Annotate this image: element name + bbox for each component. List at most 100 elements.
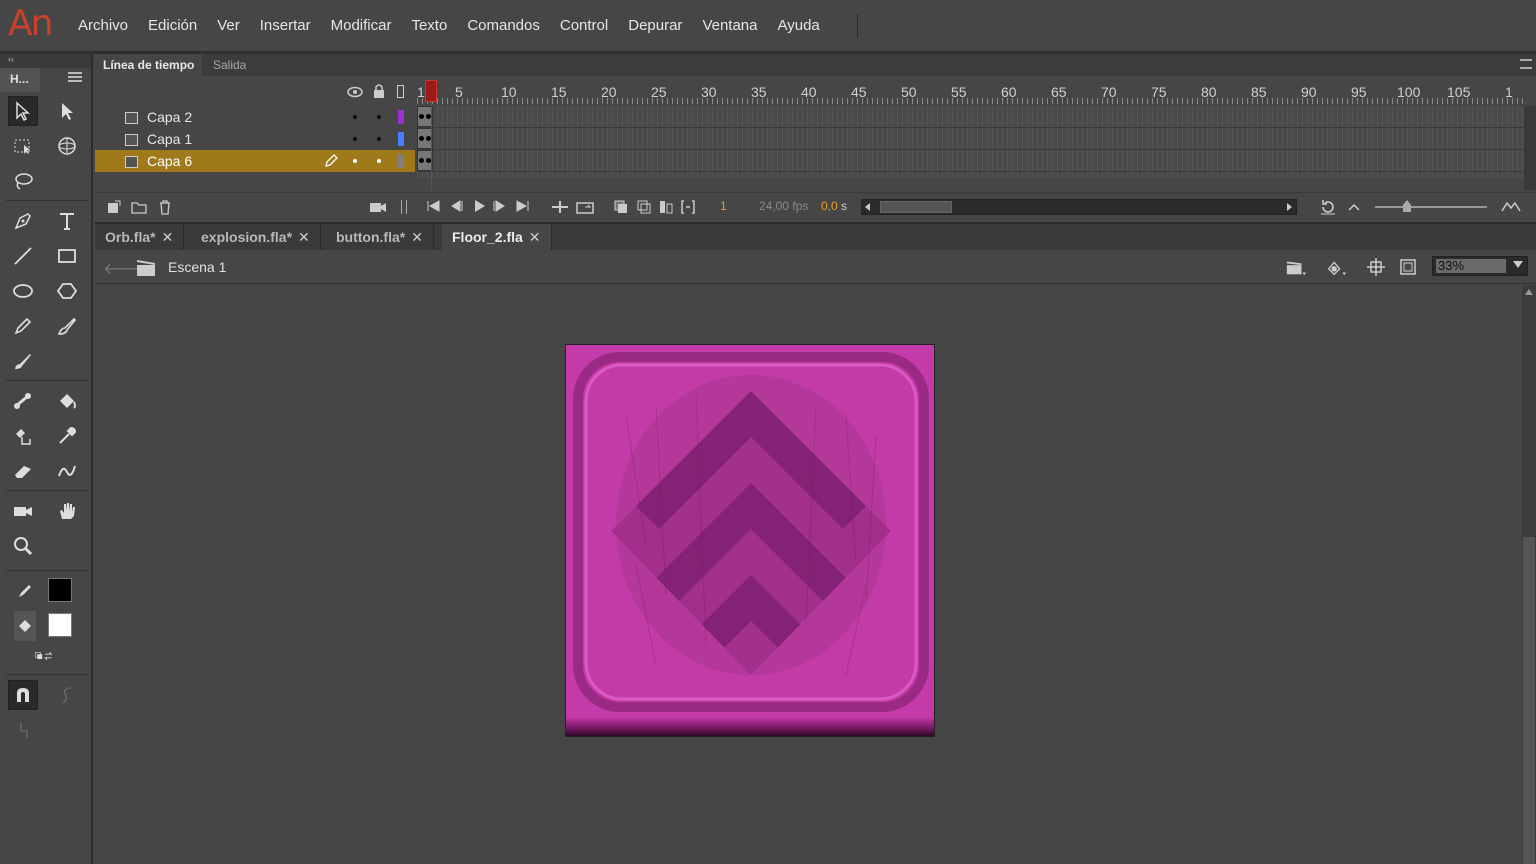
paint-brush-tool-icon[interactable] — [52, 311, 82, 341]
line-tool-icon[interactable] — [8, 241, 38, 271]
close-icon[interactable]: ✕ — [529, 229, 541, 245]
camera-tool-icon[interactable] — [8, 496, 38, 526]
scroll-right-icon[interactable] — [1287, 203, 1293, 211]
close-icon[interactable]: ✕ — [162, 229, 174, 245]
zoom-select[interactable]: 33% — [1432, 256, 1528, 276]
lock-dot[interactable] — [377, 137, 381, 141]
text-tool-icon[interactable] — [52, 206, 82, 236]
zoom-value[interactable]: 33% — [1436, 259, 1506, 273]
menu-ayuda[interactable]: Ayuda — [768, 16, 830, 36]
panel-menu-icon[interactable] — [68, 72, 82, 82]
smooth-icon[interactable] — [52, 680, 82, 710]
delete-layer-icon[interactable] — [158, 199, 172, 215]
3d-rotation-tool-icon[interactable] — [52, 131, 82, 161]
layer-row-capa-1[interactable]: Capa 1 — [95, 128, 415, 150]
visibility-dot[interactable] — [353, 115, 357, 119]
outline-icon[interactable] — [397, 85, 404, 98]
pen-tool-icon[interactable] — [8, 206, 38, 236]
frame-ruler[interactable]: 1 5 10 15 20 25 30 35 40 45 50 55 60 65 70 75 80 85 90 95 10… — [417, 78, 1525, 104]
new-folder-icon[interactable] — [131, 200, 147, 214]
bone-tool-icon[interactable] — [8, 386, 38, 416]
rectangle-tool-icon[interactable] — [52, 241, 82, 271]
edit-scene-icon[interactable] — [1285, 257, 1307, 277]
camera-icon[interactable] — [369, 200, 387, 214]
menu-ver[interactable]: Ver — [207, 16, 250, 36]
lasso-tool-icon[interactable] — [8, 166, 38, 196]
menu-insertar[interactable]: Insertar — [250, 16, 321, 36]
stage-artwork[interactable] — [565, 344, 935, 737]
last-frame-icon[interactable] — [516, 200, 530, 212]
first-frame-icon[interactable] — [426, 200, 440, 212]
eyedropper-tool-icon[interactable] — [52, 421, 82, 451]
polystar-tool-icon[interactable] — [52, 276, 82, 306]
hand-tool-icon[interactable] — [52, 496, 82, 526]
step-back-icon[interactable] — [449, 200, 463, 212]
playhead[interactable] — [425, 80, 437, 102]
lock-dot[interactable] — [377, 159, 381, 163]
scroll-up-icon[interactable] — [1525, 289, 1533, 295]
collapse-icon[interactable]: ‹‹ — [8, 54, 14, 64]
snap-to-objects-icon[interactable] — [8, 680, 38, 710]
layer-row-capa-2[interactable]: Capa 2 — [95, 106, 415, 128]
layer-color-swatch[interactable] — [398, 154, 404, 168]
current-frame[interactable]: 1 — [720, 199, 727, 213]
zoom-tool-icon[interactable] — [8, 531, 38, 561]
stage-scroll-thumb[interactable] — [1523, 537, 1535, 864]
zoom-in-icon[interactable] — [1501, 200, 1521, 212]
menu-edicion[interactable]: Edición — [138, 16, 207, 36]
menu-depurar[interactable]: Depurar — [618, 16, 692, 36]
edit-symbols-icon[interactable] — [1325, 257, 1347, 277]
doc-tab-explosion[interactable]: explosion.fla* ✕ — [191, 224, 321, 250]
swap-colors-icon[interactable] — [26, 644, 62, 668]
fill-color-swatch[interactable] — [48, 613, 72, 637]
onion-skin-outline-icon[interactable] — [636, 199, 652, 215]
center-stage-icon[interactable] — [1365, 257, 1387, 277]
paint-bucket-tool-icon[interactable] — [52, 386, 82, 416]
free-transform-tool-icon[interactable] — [8, 131, 38, 161]
menu-ventana[interactable]: Ventana — [692, 16, 767, 36]
doc-tab-orb[interactable]: Orb.fla* ✕ — [95, 224, 185, 250]
frame-grid[interactable] — [417, 106, 1525, 178]
tab-output[interactable]: Salida — [205, 54, 254, 76]
zoom-out-icon[interactable] — [1348, 203, 1360, 211]
onion-skin-icon[interactable] — [613, 199, 629, 215]
stroke-color-swatch[interactable] — [48, 578, 72, 602]
zoom-slider-knob[interactable] — [1403, 200, 1411, 212]
oval-tool-icon[interactable] — [8, 276, 38, 306]
edit-multiple-frames-icon[interactable] — [658, 199, 674, 215]
layer-row-capa-6[interactable]: Capa 6 — [95, 150, 415, 172]
width-tool-icon[interactable] — [52, 456, 82, 486]
loop-icon[interactable] — [576, 199, 594, 215]
elapsed-time[interactable]: 0,0 s — [821, 199, 847, 213]
doc-tab-floor-2[interactable]: Floor_2.fla ✕ — [442, 224, 552, 250]
close-icon[interactable]: ✕ — [411, 229, 423, 245]
panel-menu-icon[interactable] — [1520, 59, 1532, 69]
selection-tool-icon[interactable] — [8, 96, 38, 126]
pencil-tool-icon[interactable] — [8, 311, 38, 341]
clip-content-icon[interactable] — [1397, 257, 1419, 277]
visibility-dot[interactable] — [353, 159, 357, 163]
toolbox-tab[interactable]: H... — [0, 68, 40, 92]
brush-tool-icon[interactable] — [8, 346, 38, 376]
modify-markers-icon[interactable] — [680, 199, 696, 215]
menu-archivo[interactable]: Archivo — [68, 16, 138, 36]
doc-tab-button[interactable]: button.fla* ✕ — [326, 224, 434, 250]
step-forward-icon[interactable] — [493, 200, 507, 212]
timeline-scrollbar[interactable] — [1524, 106, 1536, 190]
frame-rate[interactable]: 24,00 fps — [759, 199, 808, 213]
chevron-down-icon[interactable] — [1513, 261, 1523, 268]
close-icon[interactable]: ✕ — [298, 229, 310, 245]
reset-zoom-icon[interactable] — [1319, 198, 1337, 216]
subselection-tool-icon[interactable] — [52, 96, 82, 126]
visibility-dot[interactable] — [353, 137, 357, 141]
timeline-zoom-slider[interactable] — [1375, 206, 1487, 208]
menu-comandos[interactable]: Comandos — [457, 16, 550, 36]
straighten-icon[interactable] — [8, 715, 38, 745]
timeline-hscroll[interactable] — [861, 199, 1297, 215]
menu-texto[interactable]: Texto — [401, 16, 457, 36]
scene-label[interactable]: Escena 1 — [168, 259, 226, 275]
new-layer-icon[interactable] — [107, 200, 121, 214]
ink-bottle-tool-icon[interactable] — [8, 421, 38, 451]
lock-icon[interactable] — [372, 83, 386, 99]
scroll-left-icon[interactable] — [865, 203, 871, 211]
